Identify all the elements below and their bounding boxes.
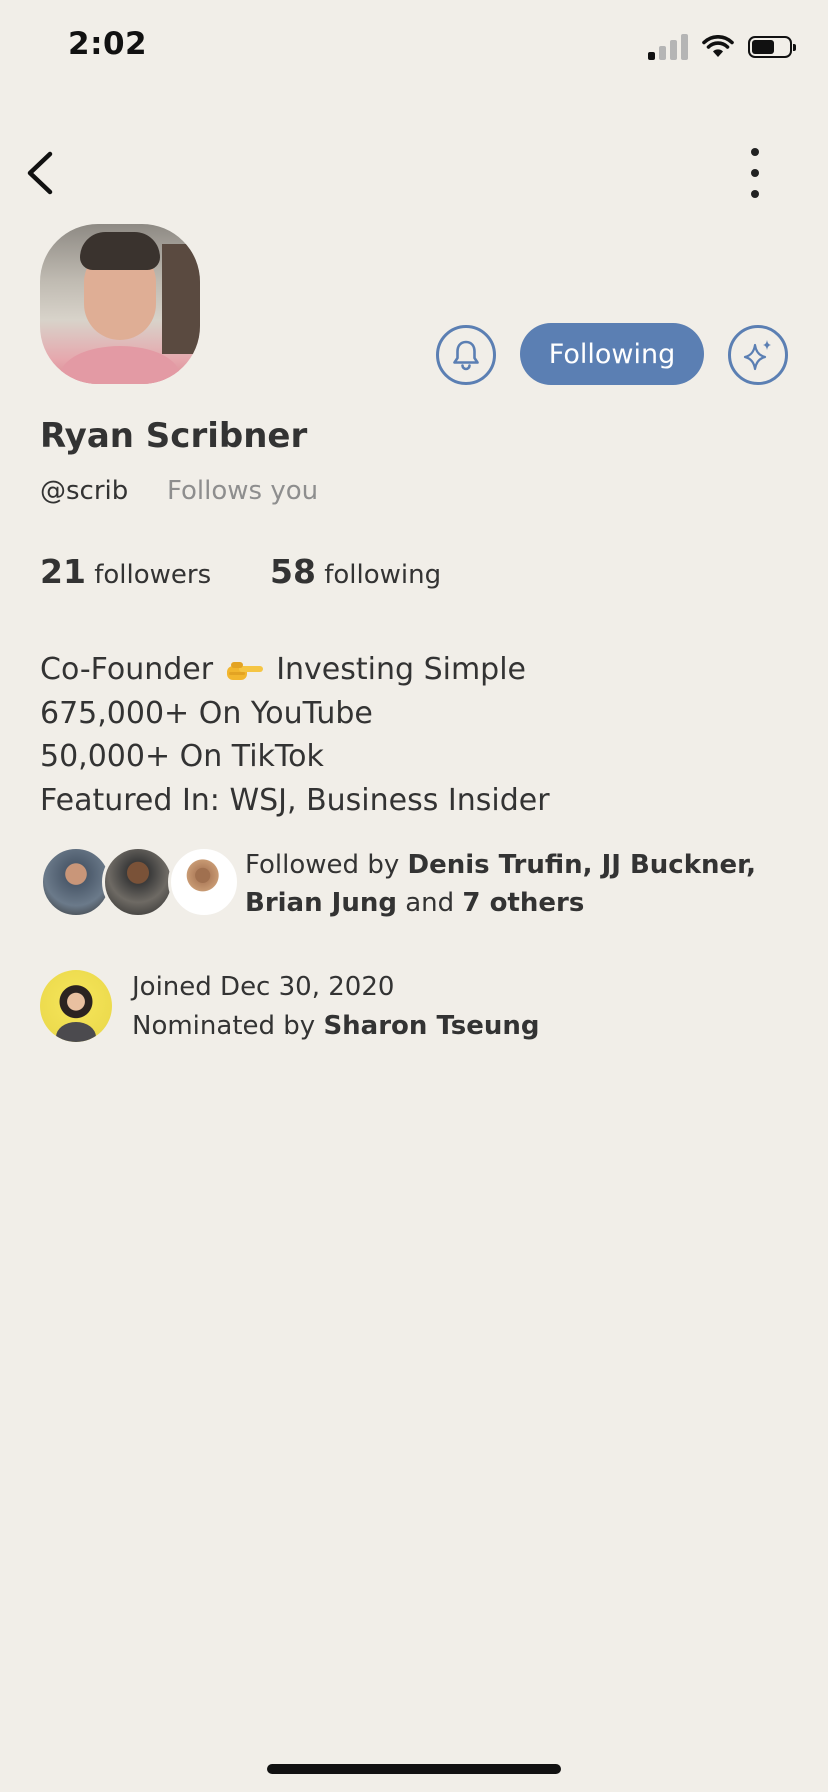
profile-bio: Co-Founder Investing Simple 675,000+ On … [40,648,550,822]
more-options-button[interactable] [740,148,770,198]
nominator-name[interactable]: Sharon Tseung [323,1011,539,1041]
battery-icon [748,36,796,58]
followers-label: followers [94,560,212,590]
bio-line-4: Featured In: WSJ, Business Insider [40,782,550,818]
avatar [102,846,174,918]
following-stat[interactable]: 58 following [270,552,441,591]
mutual-others-count: 7 others [462,888,585,918]
avatar [168,846,240,918]
sparkle-button[interactable] [728,325,788,385]
wifi-icon [702,35,734,57]
profile-avatar[interactable] [40,224,200,384]
following-button[interactable]: Following [520,323,704,385]
bio-line-1: Co-Founder Investing Simple [40,652,527,687]
back-button[interactable] [22,150,62,196]
mutual-follower-names-2: Brian Jung [245,888,397,918]
bio-line-3: 50,000+ On TikTok [40,739,324,774]
followers-count: 21 [40,552,86,591]
home-indicator[interactable] [267,1764,561,1774]
nominated-by-line: Nominated by Sharon Tseung [132,1011,540,1041]
followed-by-text[interactable]: Followed by Denis Trufin, JJ Buckner, Br… [245,846,756,922]
more-vertical-icon [751,148,759,156]
profile-name: Ryan Scribner [40,416,308,456]
following-label: following [324,560,442,590]
status-icons [648,34,796,60]
pointing-right-hand-emoji-icon [226,661,263,680]
bell-icon [453,340,479,371]
cellular-signal-icon [648,34,688,60]
mutual-follower-names: Denis Trufin, JJ Buckner, [407,850,757,880]
nominator-avatar[interactable] [40,970,112,1042]
status-time: 2:02 [68,26,148,62]
follows-you-label: Follows you [167,476,319,506]
profile-handle: @scrib [40,476,129,506]
joined-info: Joined Dec 30, 2020 Nominated by Sharon … [132,968,540,1046]
sparkle-icon [743,340,771,371]
bio-line-2: 675,000+ On YouTube [40,695,373,731]
mutual-followers-avatars[interactable] [40,846,240,918]
chevron-left-icon [27,151,53,195]
followers-stat[interactable]: 21 followers [40,552,211,591]
notification-bell-button[interactable] [436,325,496,385]
following-count: 58 [270,552,316,591]
joined-date: Joined Dec 30, 2020 [132,972,395,1002]
